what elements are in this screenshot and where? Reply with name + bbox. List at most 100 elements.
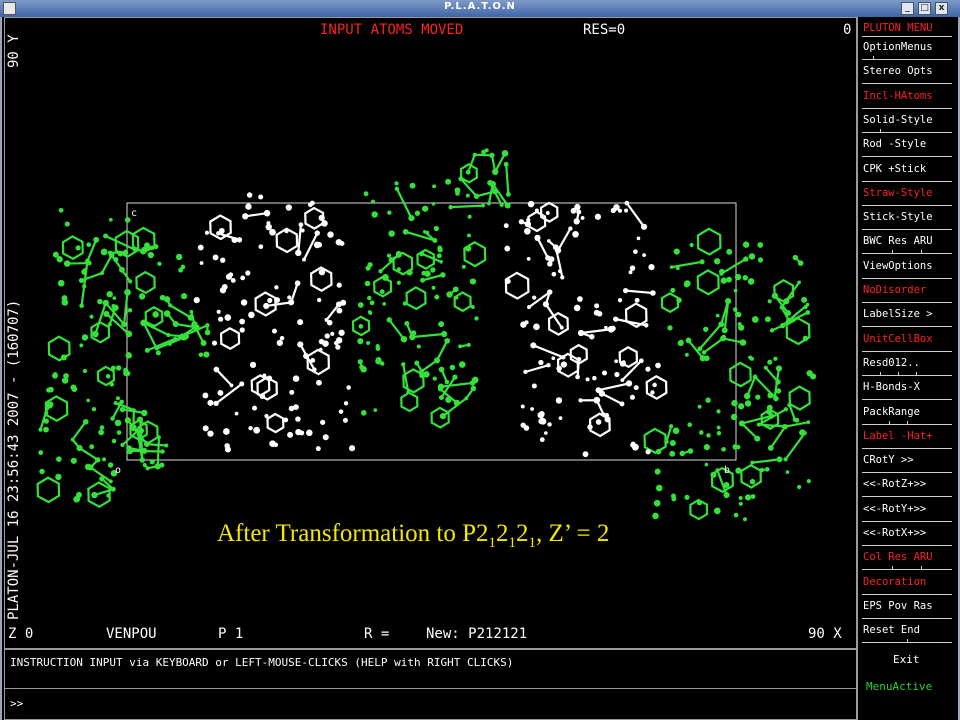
atom — [228, 272, 234, 277]
atom — [783, 407, 789, 412]
ring — [645, 375, 668, 400]
atom — [431, 285, 436, 290]
menu-item[interactable]: <<-RotX+>> — [862, 525, 952, 547]
atom — [371, 211, 378, 218]
atom — [469, 278, 477, 285]
space-group: P 1 — [218, 626, 244, 642]
menu-item[interactable]: BWC Res ARU — [862, 233, 952, 255]
atom — [103, 233, 109, 239]
menu-item[interactable]: Rod -Style — [862, 136, 952, 158]
atom — [320, 419, 326, 425]
menu-item[interactable]: Col Res ARU — [862, 549, 952, 571]
res-indicator: RES=0 — [583, 22, 626, 38]
atom — [394, 186, 400, 192]
command-prompt[interactable]: >> — [10, 697, 23, 710]
menu-item-divider — [862, 496, 952, 498]
atom — [458, 361, 466, 368]
menu-item[interactable]: Label -Hat+ — [862, 428, 952, 450]
menu-item[interactable]: Straw-Style — [862, 185, 952, 207]
atom — [369, 300, 375, 306]
atom — [402, 301, 408, 306]
atom — [676, 297, 682, 303]
atom — [501, 149, 509, 157]
atom — [560, 275, 565, 280]
menu-item[interactable]: Stick-Style — [862, 209, 952, 231]
atom — [558, 269, 562, 274]
atom — [766, 404, 773, 411]
atom — [138, 293, 146, 300]
atom — [748, 253, 756, 260]
atom — [781, 424, 786, 429]
atom — [572, 230, 579, 238]
atom — [163, 310, 171, 317]
unit-cell-label-o: o — [115, 465, 121, 476]
menu-item[interactable]: <<-RotY+>> — [862, 501, 952, 523]
atom — [246, 192, 253, 198]
atom — [744, 400, 752, 407]
atom — [474, 316, 479, 321]
bond — [215, 368, 233, 387]
atom — [625, 380, 633, 387]
atom — [720, 277, 728, 284]
atom — [360, 410, 367, 416]
atom — [633, 385, 639, 391]
atom — [120, 442, 125, 448]
atom — [520, 404, 525, 409]
menu-item[interactable]: PackRange — [862, 404, 952, 426]
atom — [806, 420, 811, 425]
atom — [404, 320, 410, 326]
menu-item[interactable]: OptionMenus — [862, 39, 952, 61]
atom — [726, 248, 733, 255]
exit-button[interactable]: Exit — [893, 653, 920, 666]
atom — [154, 346, 159, 351]
ring — [430, 406, 450, 429]
atom — [792, 254, 799, 261]
atom — [775, 365, 783, 372]
atom — [367, 310, 372, 314]
instruction-text: INSTRUCTION INPUT via KEYBOARD or LEFT-M… — [10, 656, 514, 669]
menu-item[interactable]: Incl-HAtoms — [862, 88, 952, 110]
menu-item[interactable]: H-Bonds-X — [862, 379, 952, 401]
vertical-info: PLATON-JUL 16 23:56:43 2007 - (160707) 9… — [2, 30, 28, 620]
menu-item[interactable]: ViewOptions — [862, 258, 952, 280]
atom — [706, 433, 711, 438]
atom — [306, 429, 313, 437]
atom — [342, 417, 348, 423]
atom — [765, 467, 770, 472]
atom — [57, 279, 65, 287]
menu-item[interactable]: CRotY >> — [862, 452, 952, 474]
ring — [453, 291, 472, 313]
atom — [248, 311, 255, 319]
menu-item[interactable]: Reset End — [862, 622, 952, 644]
atom — [542, 301, 549, 308]
menu-item[interactable]: LabelSize > — [862, 306, 952, 328]
menu-item[interactable]: CPK +Stick — [862, 161, 952, 183]
menu-item[interactable]: Decoration — [862, 574, 952, 596]
menu-item[interactable]: <<-RotZ+>> — [862, 476, 952, 498]
atom — [629, 265, 636, 271]
atom — [684, 280, 691, 287]
menu-item[interactable]: Stereo Opts — [862, 63, 952, 85]
menu-item-divider — [862, 229, 952, 231]
atom — [79, 303, 84, 308]
atom — [357, 338, 364, 345]
atom — [327, 231, 334, 238]
menu-item[interactable]: Solid-Style — [862, 112, 952, 134]
atom — [379, 289, 385, 295]
atom — [303, 353, 309, 359]
menu-item[interactable]: EPS Pov Ras — [862, 598, 952, 620]
atom — [750, 356, 754, 361]
atom — [234, 411, 239, 416]
atom — [276, 339, 283, 346]
atom — [520, 321, 527, 328]
menu-item[interactable]: Resd012.. — [862, 355, 952, 377]
menu-item-divider — [862, 399, 952, 401]
bond — [388, 319, 405, 340]
atom — [630, 442, 636, 448]
menu-item[interactable]: UnitCellBox — [862, 331, 952, 353]
menu-item[interactable]: NoDisorder — [862, 282, 952, 304]
atom — [113, 256, 119, 263]
atom — [721, 327, 728, 334]
menu-active-indicator: MenuActive — [866, 680, 933, 693]
atom — [458, 344, 463, 349]
